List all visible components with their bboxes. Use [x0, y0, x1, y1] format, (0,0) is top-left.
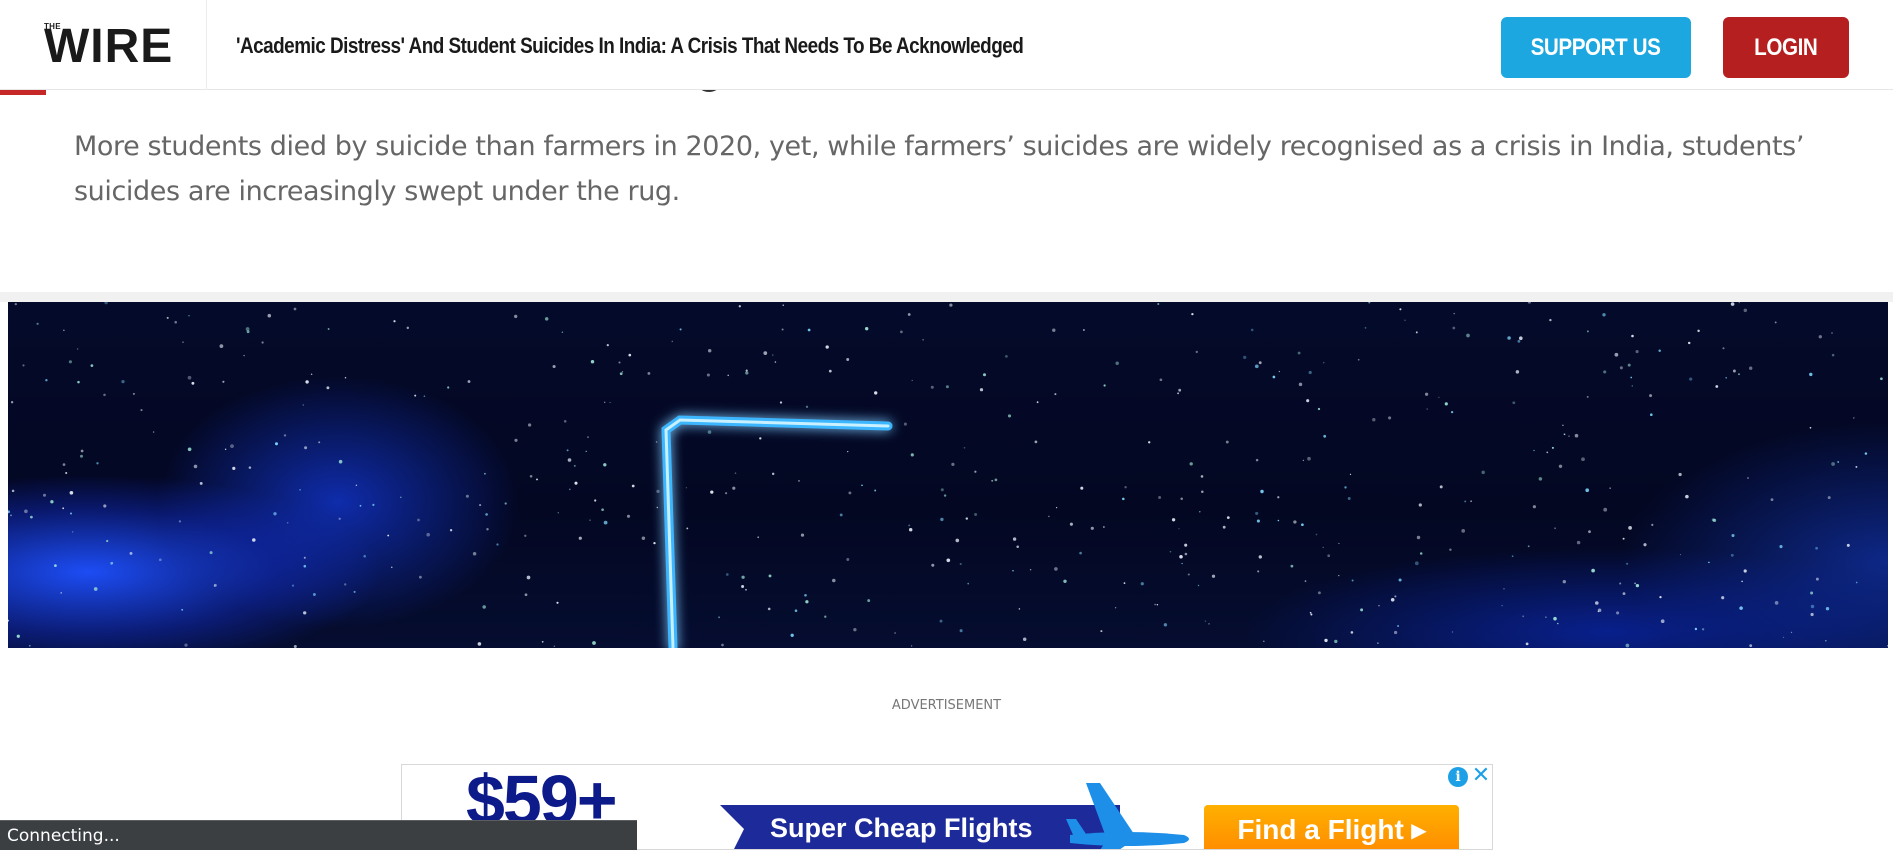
light-beam-shape: [661, 415, 893, 648]
airplane-icon: [1066, 783, 1189, 849]
starfield: [8, 302, 1888, 648]
hero-image: [8, 302, 1888, 648]
hero-illustration: [8, 302, 1888, 648]
login-button[interactable]: LOGIN: [1723, 17, 1849, 78]
ad-banner-text: Super Cheap Flights: [770, 813, 1033, 843]
close-icon[interactable]: ✕: [1470, 765, 1492, 787]
hero-image-band: [0, 292, 1893, 302]
the-wire-logo[interactable]: THE WIRE: [44, 20, 178, 73]
info-icon[interactable]: i: [1448, 767, 1468, 787]
article-subtitle: More students died by suicide than farme…: [74, 131, 1804, 207]
logo-wire-text: WIRE: [44, 20, 174, 73]
support-us-label: SUPPORT US: [1531, 33, 1661, 61]
site-header: THE WIRE 'Academic Distress' And Student…: [0, 0, 1893, 90]
header-divider: [206, 0, 207, 90]
advertisement-label: ADVERTISEMENT: [891, 698, 1002, 713]
browser-status-bar: Connecting...: [0, 820, 637, 850]
login-label: LOGIN: [1754, 33, 1818, 61]
reading-progress-bar: [0, 90, 46, 95]
article-header-title: 'Academic Distress' And Student Suicides…: [236, 33, 1024, 58]
support-us-button[interactable]: SUPPORT US: [1501, 17, 1691, 78]
find-a-flight-button[interactable]: Find a Flight ▸: [1204, 805, 1459, 849]
